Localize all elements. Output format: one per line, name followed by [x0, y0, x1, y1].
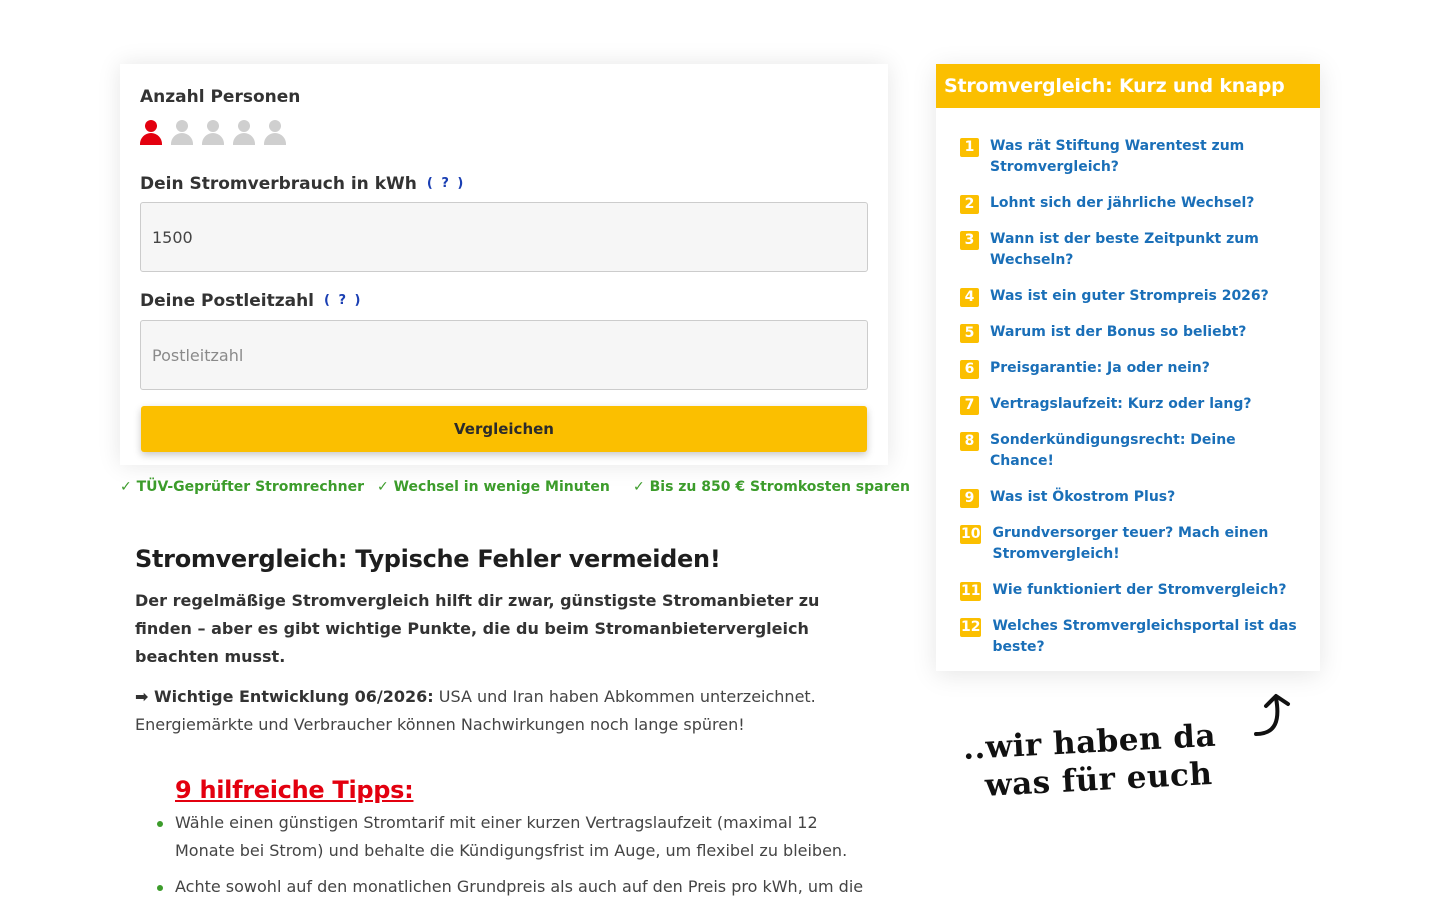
curved-arrow-icon [1254, 694, 1290, 736]
toc-link[interactable]: Was ist ein guter Strompreis 2026? [990, 286, 1269, 307]
toc-number: 10 [960, 525, 982, 544]
person-icon[interactable] [202, 120, 224, 146]
toc-link[interactable]: Was ist Ökostrom Plus? [990, 487, 1175, 508]
handwritten-note: ..wir haben da was für euch [962, 717, 1219, 806]
toc-item[interactable]: 3 Wann ist der beste Zeitpunkt zum Wechse… [960, 229, 1300, 271]
article-title: Stromvergleich: Typische Fehler vermeide… [135, 545, 721, 573]
toc-item[interactable]: 9 Was ist Ökostrom Plus? [960, 487, 1300, 508]
trust-badges: ✓ TÜV-Geprüfter Stromrechner ✓ Wechsel i… [120, 479, 910, 499]
consumption-help-link[interactable]: ( ? ) [427, 173, 465, 195]
toc-item[interactable]: 7 Vertragslaufzeit: Kurz oder lang? [960, 394, 1300, 415]
toc-item[interactable]: 10 Grundversorger teuer? Mach einen Strom… [960, 523, 1300, 565]
toc-number: 6 [960, 360, 979, 379]
toc-number: 8 [960, 432, 979, 451]
list-item: Achte sowohl auf den monatlichen Grundpr… [157, 873, 875, 900]
toc-number: 11 [960, 582, 982, 601]
person-icon[interactable] [233, 120, 255, 146]
article: Stromvergleich: Typische Fehler vermeide… [135, 543, 875, 900]
toc-item[interactable]: 2 Lohnt sich der jährliche Wechsel? [960, 193, 1300, 214]
list-item: Wähle einen günstigen Stromtarif mit ein… [157, 809, 875, 865]
toc-list: 1 Was rät Stiftung Warentest zum Stromver… [936, 108, 1320, 658]
person-icon[interactable] [171, 120, 193, 146]
calculator-card: Anzahl Personen Dein Stromverbrauch in k… [120, 64, 888, 465]
toc-link[interactable]: Vertragslaufzeit: Kurz oder lang? [990, 394, 1252, 415]
toc-number: 3 [960, 231, 979, 250]
postcode-input[interactable] [140, 320, 868, 390]
toc-link[interactable]: Warum ist der Bonus so beliebt? [990, 322, 1246, 343]
toc-item[interactable]: 11 Wie funktioniert der Stromvergleich? [960, 580, 1300, 601]
postcode-label: Deine Postleitzahl ( ? ) [140, 290, 363, 312]
badge-tuev: ✓ TÜV-Geprüfter Stromrechner [120, 479, 365, 495]
toc-link[interactable]: Lohnt sich der jährliche Wechsel? [990, 193, 1254, 214]
news-label: ➡ Wichtige Entwicklung 06/2026: [135, 687, 434, 706]
toc-number: 12 [960, 618, 982, 637]
toc-number: 1 [960, 138, 979, 157]
toc-item[interactable]: 8 Sonderkündigungsrecht: Deine Chance! [960, 430, 1300, 472]
badge-switch-fast: ✓ Wechsel in wenige Minuten [377, 479, 610, 495]
tips-heading: 9 hilfreiche Tipps: [175, 776, 414, 804]
toc-number: 2 [960, 195, 979, 214]
toc-item[interactable]: 12 Welches Stromvergleichsportal ist das … [960, 616, 1300, 658]
toc-title: Stromvergleich: Kurz und knapp [936, 64, 1320, 108]
consumption-label: Dein Stromverbrauch in kWh ( ? ) [140, 173, 466, 195]
toc-link[interactable]: Grundversorger teuer? Mach einen Stromve… [992, 523, 1300, 565]
person-icon[interactable] [140, 120, 162, 146]
toc-number: 5 [960, 324, 979, 343]
toc-sidebar: Stromvergleich: Kurz und knapp 1 Was rät … [936, 64, 1320, 671]
toc-link[interactable]: Preisgarantie: Ja oder nein? [990, 358, 1210, 379]
postcode-help-link[interactable]: ( ? ) [324, 290, 362, 312]
toc-number: 7 [960, 396, 979, 415]
toc-number: 4 [960, 288, 979, 307]
toc-item[interactable]: 4 Was ist ein guter Strompreis 2026? [960, 286, 1300, 307]
compare-button[interactable]: Vergleichen [141, 406, 867, 452]
persons-label: Anzahl Personen [140, 87, 301, 107]
badge-savings: ✓ Bis zu 850 € Stromkosten sparen [633, 479, 910, 495]
article-intro: Der regelmäßige Stromvergleich hilft dir… [135, 591, 820, 666]
toc-link[interactable]: Sonderkündigungsrecht: Deine Chance! [990, 430, 1300, 472]
toc-link[interactable]: Wann ist der beste Zeitpunkt zum Wechsel… [990, 229, 1300, 271]
person-icon[interactable] [264, 120, 286, 146]
toc-item[interactable]: 6 Preisgarantie: Ja oder nein? [960, 358, 1300, 379]
consumption-input[interactable] [140, 202, 868, 272]
toc-link[interactable]: Wie funktioniert der Stromvergleich? [992, 580, 1286, 601]
toc-item[interactable]: 1 Was rät Stiftung Warentest zum Stromver… [960, 136, 1300, 178]
toc-number: 9 [960, 489, 979, 508]
tips-list: Wähle einen günstigen Stromtarif mit ein… [157, 809, 875, 900]
persons-selector[interactable] [140, 120, 868, 146]
news-paragraph: ➡ Wichtige Entwicklung 06/2026: USA und … [135, 683, 875, 739]
toc-link[interactable]: Was rät Stiftung Warentest zum Stromverg… [990, 136, 1300, 178]
toc-item[interactable]: 5 Warum ist der Bonus so beliebt? [960, 322, 1300, 343]
toc-link[interactable]: Welches Stromvergleichsportal ist das be… [992, 616, 1300, 658]
